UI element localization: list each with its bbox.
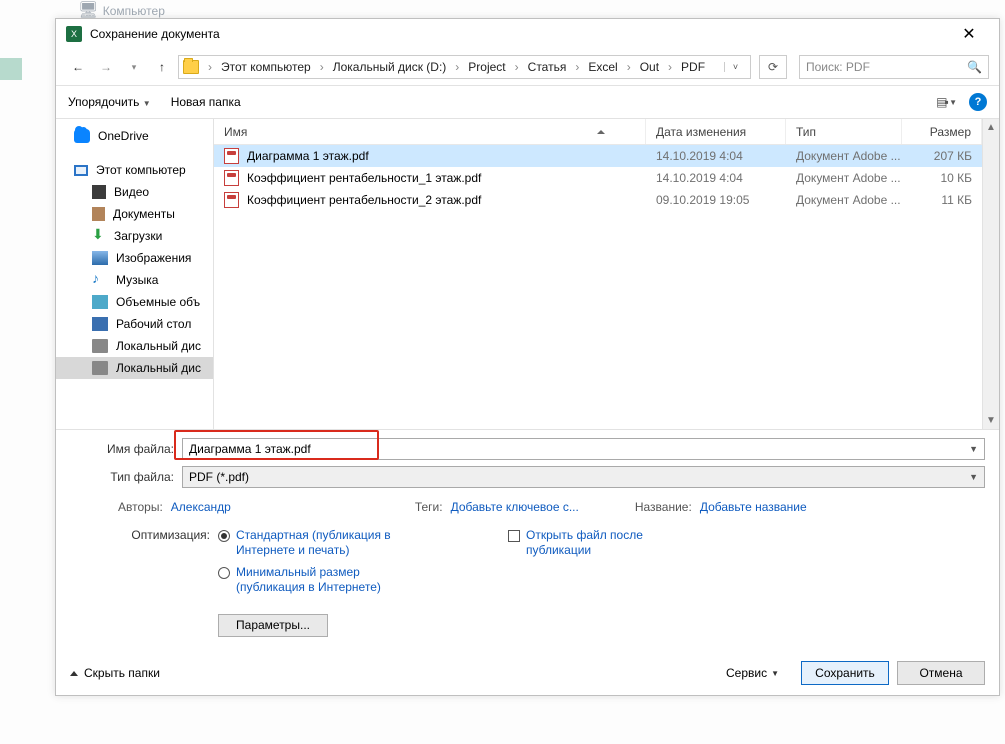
title-placeholder[interactable]: Добавьте название (700, 500, 807, 514)
pictures-icon (92, 251, 108, 265)
filetype-label: Тип файла: (70, 470, 182, 484)
sidebar-item-desktop[interactable]: Рабочий стол (56, 313, 213, 335)
breadcrumb[interactable]: Out (640, 60, 659, 74)
excel-icon: X (66, 26, 82, 42)
pdf-icon (224, 170, 239, 186)
breadcrumb[interactable]: Excel (588, 60, 617, 74)
sidebar-item-music[interactable]: Музыка (56, 269, 213, 291)
breadcrumb[interactable]: PDF (681, 60, 705, 74)
video-icon (92, 185, 106, 199)
cancel-button[interactable]: Отмена (897, 661, 985, 685)
sidebar-item-videos[interactable]: Видео (56, 181, 213, 203)
nav-toolbar: ← → ▾ ↑ › Этот компьютер › Локальный дис… (56, 49, 999, 85)
radio-icon (218, 530, 230, 542)
search-icon: 🔍 (967, 60, 982, 74)
sidebar-item-documents[interactable]: Документы (56, 203, 213, 225)
parameters-button[interactable]: Параметры... (218, 614, 328, 637)
column-size[interactable]: Размер (902, 119, 982, 144)
sidebar-item-downloads[interactable]: Загрузки (56, 225, 213, 247)
help-icon[interactable]: ? (969, 93, 987, 111)
column-headers: Имя Дата изменения Тип Размер (214, 119, 982, 145)
dialog-footer: Скрыть папки Сервис▼ Сохранить Отмена (56, 651, 999, 695)
sidebar-item-onedrive[interactable]: OneDrive (56, 125, 213, 147)
breadcrumb[interactable]: Этот компьютер (221, 60, 311, 74)
background-text: 🖥 Компьютер (78, 0, 165, 20)
optimization-label: Оптимизация: (118, 528, 218, 637)
breadcrumb[interactable]: Локальный диск (D:) (333, 60, 447, 74)
radio-standard[interactable]: Стандартная (публикация в Интернете и пе… (218, 528, 396, 559)
new-folder-button[interactable]: Новая папка (171, 95, 241, 109)
sort-indicator-icon (597, 130, 605, 134)
column-type[interactable]: Тип (786, 119, 902, 144)
tools-menu[interactable]: Сервис▼ (726, 666, 779, 680)
desktop-icon (92, 317, 108, 331)
file-list-area: Имя Дата изменения Тип Размер Диаграмма … (214, 119, 982, 429)
organize-toolbar: Упорядочить ▼ Новая папка ▤▪ ▼ ? (56, 85, 999, 119)
downloads-icon (92, 229, 106, 243)
filetype-dropdown[interactable]: PDF (*.pdf) ▼ (182, 466, 985, 488)
column-date[interactable]: Дата изменения (646, 119, 786, 144)
titlebar: X Сохранение документа ✕ (56, 19, 999, 49)
checkbox-open-after[interactable]: Открыть файл после публикации (508, 528, 686, 559)
scroll-up-icon[interactable]: ▲ (986, 119, 996, 136)
pdf-icon (224, 192, 239, 208)
folder-tree: OneDrive Этот компьютер Видео Документы … (56, 119, 214, 429)
authors-label: Авторы: (118, 500, 163, 514)
sidebar-item-thispc[interactable]: Этот компьютер (56, 159, 213, 181)
filename-input[interactable]: Диаграмма 1 этаж.pdf ▼ (182, 438, 985, 460)
file-row[interactable]: Коэффициент рентабельности_1 этаж.pdf 14… (214, 167, 982, 189)
author-value[interactable]: Александр (171, 500, 231, 514)
breadcrumb[interactable]: Project (468, 60, 505, 74)
disk-icon (92, 361, 108, 375)
pc-icon (74, 165, 88, 176)
chevron-down-icon[interactable]: ▼ (969, 472, 978, 482)
column-name[interactable]: Имя (214, 119, 646, 144)
disk-icon (92, 339, 108, 353)
sidebar-item-pictures[interactable]: Изображения (56, 247, 213, 269)
address-dropdown[interactable]: ˅ (724, 62, 746, 72)
pdf-icon (224, 148, 239, 164)
address-bar[interactable]: › Этот компьютер › Локальный диск (D:) ›… (178, 55, 751, 79)
recent-dropdown[interactable]: ▾ (122, 55, 146, 79)
save-as-dialog: X Сохранение документа ✕ ← → ▾ ↑ › Этот … (55, 18, 1000, 696)
radio-icon (218, 567, 230, 579)
tags-label: Теги: (415, 500, 443, 514)
onedrive-icon (74, 129, 90, 143)
music-icon (92, 273, 108, 287)
forward-button[interactable]: → (94, 55, 118, 79)
organize-menu[interactable]: Упорядочить ▼ (68, 95, 151, 109)
close-button[interactable]: ✕ (949, 24, 989, 44)
file-row[interactable]: Диаграмма 1 этаж.pdf 14.10.2019 4:04 Док… (214, 145, 982, 167)
save-options-panel: Имя файла: Диаграмма 1 этаж.pdf ▼ Тип фа… (56, 429, 999, 651)
breadcrumb[interactable]: Статья (528, 60, 567, 74)
sidebar-item-3dobjects[interactable]: Объемные объ (56, 291, 213, 313)
sidebar-item-localdisk-d[interactable]: Локальный дис (56, 357, 213, 379)
title-label: Название: (635, 500, 692, 514)
view-mode-button[interactable]: ▤▪ ▼ (936, 95, 957, 109)
refresh-button[interactable]: ⟳ (759, 55, 787, 79)
background-accent (0, 58, 22, 80)
documents-icon (92, 207, 105, 221)
chevron-down-icon[interactable]: ▼ (969, 444, 978, 454)
file-row[interactable]: Коэффициент рентабельности_2 этаж.pdf 09… (214, 189, 982, 211)
dialog-title: Сохранение документа (90, 27, 949, 41)
scroll-down-icon[interactable]: ▼ (986, 412, 996, 429)
radio-minimal[interactable]: Минимальный размер (публикация в Интерне… (218, 565, 396, 596)
objects-icon (92, 295, 108, 309)
up-button[interactable]: ↑ (150, 55, 174, 79)
vertical-scrollbar[interactable]: ▲ ▼ (982, 119, 999, 429)
checkbox-icon (508, 530, 520, 542)
save-button[interactable]: Сохранить (801, 661, 889, 685)
hide-folders-toggle[interactable]: Скрыть папки (70, 666, 160, 680)
sidebar-item-localdisk-c[interactable]: Локальный дис (56, 335, 213, 357)
filename-label: Имя файла: (70, 442, 182, 456)
caret-up-icon (70, 671, 78, 676)
search-input[interactable]: Поиск: PDF 🔍 (799, 55, 989, 79)
folder-icon (183, 60, 199, 74)
search-placeholder: Поиск: PDF (806, 60, 870, 74)
tags-placeholder[interactable]: Добавьте ключевое с... (451, 500, 579, 514)
back-button[interactable]: ← (66, 55, 90, 79)
